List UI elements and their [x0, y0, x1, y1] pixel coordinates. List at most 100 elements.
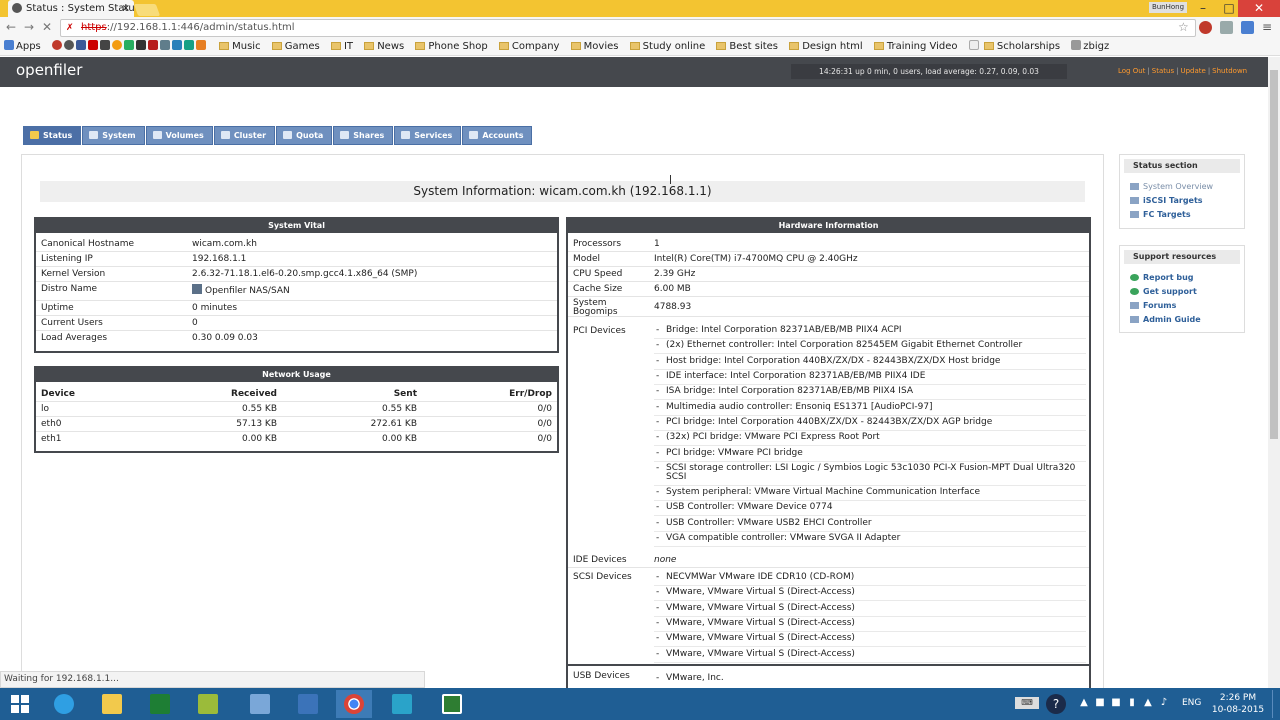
tab-shares[interactable]: Shares — [333, 126, 394, 145]
cast-icon[interactable] — [1220, 21, 1233, 34]
tab-close-icon[interactable]: × — [122, 0, 130, 17]
excel-taskbar[interactable] — [142, 690, 178, 718]
list-item: - VMware, Inc. — [656, 673, 724, 683]
minimize-icon[interactable]: – — [1190, 0, 1216, 17]
report-bug-link[interactable]: Report bug — [1130, 273, 1194, 282]
bookmark-music[interactable]: Music — [219, 38, 261, 55]
bookmark-apps[interactable]: Apps — [4, 38, 41, 55]
logout-link[interactable]: Log Out — [1118, 67, 1145, 75]
window-close-icon[interactable]: ✕ — [1238, 0, 1280, 17]
start-button[interactable] — [2, 690, 38, 718]
outlook-taskbar[interactable] — [290, 690, 326, 718]
bookmark-scholarships[interactable]: Scholarships — [968, 38, 1060, 55]
app-taskbar[interactable] — [190, 690, 226, 718]
update-link[interactable]: Update — [1180, 67, 1205, 75]
iscsi-targets-link[interactable]: iSCSI Targets — [1130, 196, 1203, 205]
bookmark-games[interactable]: Games — [271, 38, 320, 55]
taskbar-clock[interactable]: 2:26 PM 10-08-2015 — [1210, 692, 1266, 716]
site-icon — [51, 40, 62, 50]
network-taskbar[interactable] — [242, 690, 278, 718]
file-explorer-taskbar[interactable] — [94, 690, 130, 718]
windows-logo-icon — [11, 695, 29, 713]
openfiler-logo[interactable]: openfiler — [16, 61, 82, 79]
volume-icon[interactable]: ♪ — [1158, 697, 1170, 709]
main-nav-tabs: Status System Volumes Cluster Quota Shar… — [23, 126, 533, 145]
list-item: - USB Controller: VMware Device 0774 — [654, 500, 1086, 516]
list-item: - USB Controller: VMware USB2 EHCI Contro… — [654, 516, 1086, 532]
bookmark-movies[interactable]: Movies — [570, 38, 618, 55]
status-link[interactable]: Status — [1152, 67, 1174, 75]
help-icon[interactable]: ? — [1046, 694, 1066, 714]
bookmark-study-online[interactable]: Study online — [629, 38, 705, 55]
bookmark-training-video[interactable]: Training Video — [873, 38, 958, 55]
profile-badge[interactable]: BunHong — [1149, 2, 1187, 13]
bug-icon — [1130, 274, 1139, 281]
bookmark-phone-shop[interactable]: Phone Shop — [415, 38, 488, 55]
translate-icon[interactable] — [1241, 21, 1254, 34]
menu-icon[interactable]: ≡ — [1262, 20, 1272, 34]
get-support-link[interactable]: Get support — [1130, 287, 1197, 296]
forward-icon[interactable]: → — [22, 20, 36, 35]
tray-app-icon-2[interactable]: ■ — [1110, 697, 1122, 709]
app-taskbar-2[interactable] — [384, 690, 420, 718]
uptime-status: 14:26:31 up 0 min, 0 users, load average… — [791, 64, 1067, 79]
cluster-icon — [220, 131, 230, 139]
extension-icon[interactable] — [1199, 21, 1212, 34]
list-item: - Multimedia audio controller: Ensoniq ES… — [654, 400, 1086, 416]
keyboard-icon[interactable]: ⌨ — [1015, 697, 1039, 709]
fc-targets-link[interactable]: FC Targets — [1130, 210, 1191, 219]
table-row: Current Users 0 — [36, 316, 557, 331]
list-item: - VMware, VMware Virtual S (Direct-Access… — [654, 601, 1086, 617]
system-vital-title: System Vital — [36, 219, 557, 233]
tab-cluster[interactable]: Cluster — [213, 126, 276, 145]
bookmark-company[interactable]: Company — [498, 38, 559, 55]
bookmarks-bar: Apps Music Games IT News Phone Shop Comp… — [0, 38, 1280, 56]
app-icon — [198, 694, 218, 714]
scrollbar-thumb[interactable] — [1270, 70, 1278, 439]
youtube-icon — [87, 40, 98, 50]
system-overview-link[interactable]: System Overview — [1130, 182, 1213, 191]
tab-system[interactable]: System — [82, 126, 145, 145]
camtasia-taskbar[interactable] — [434, 690, 470, 718]
clock-date: 10-08-2015 — [1211, 705, 1265, 715]
battery-icon[interactable]: ▮ — [1126, 697, 1138, 709]
new-tab-button[interactable] — [133, 4, 161, 16]
bookmark-news[interactable]: News — [364, 38, 404, 55]
tab-volumes[interactable]: Volumes — [145, 126, 213, 145]
tab-status[interactable]: Status — [23, 126, 82, 145]
bookmark-it[interactable]: IT — [330, 38, 353, 55]
forums-link[interactable]: Forums — [1130, 301, 1176, 310]
browser-tab[interactable]: Status : System Status × — [8, 0, 134, 17]
bookmark-star-icon[interactable]: ☆ — [1178, 20, 1189, 34]
bookmark-design-html[interactable]: Design html — [789, 38, 863, 55]
site-icon — [159, 40, 170, 50]
shutdown-link[interactable]: Shutdown — [1212, 67, 1247, 75]
language-indicator[interactable]: ENG — [1182, 698, 1201, 708]
bookmark-zbigz[interactable]: zbigz — [1071, 38, 1109, 55]
show-desktop-button[interactable] — [1272, 690, 1278, 718]
site-icon — [195, 40, 206, 50]
list-item: - ISA bridge: Intel Corporation 82371AB/E… — [654, 384, 1086, 400]
bookmark-best-sites[interactable]: Best sites — [716, 38, 778, 55]
chrome-taskbar[interactable] — [336, 690, 372, 718]
guide-icon — [1130, 316, 1139, 323]
status-section-box: Status section System Overview iSCSI Tar… — [1119, 154, 1245, 229]
page-icon — [968, 40, 979, 50]
address-bar[interactable]: ✗ https://192.168.1.1:446/admin/status.h… — [60, 19, 1196, 37]
list-item: - IDE interface: Intel Corporation 82371A… — [654, 369, 1086, 385]
support-resources-title: Support resources — [1124, 250, 1240, 264]
volumes-icon — [152, 131, 162, 139]
internet-explorer-taskbar[interactable] — [46, 690, 82, 718]
back-icon[interactable]: ← — [4, 20, 18, 35]
tab-quota[interactable]: Quota — [276, 126, 333, 145]
support-resources-box: Support resources Report bug Get support… — [1119, 245, 1245, 333]
tab-accounts[interactable]: Accounts — [462, 126, 533, 145]
table-row: Processors 1 — [568, 237, 1089, 252]
network-tray-icon[interactable]: ▲ — [1142, 697, 1154, 709]
tab-services[interactable]: Services — [394, 126, 462, 145]
stop-icon[interactable]: ✕ — [40, 20, 54, 35]
tray-app-icon[interactable]: ■ — [1094, 697, 1106, 709]
bookmark-icons[interactable] — [51, 38, 208, 55]
admin-guide-link[interactable]: Admin Guide — [1130, 315, 1201, 324]
show-hidden-icons[interactable]: ▲ — [1078, 697, 1090, 709]
